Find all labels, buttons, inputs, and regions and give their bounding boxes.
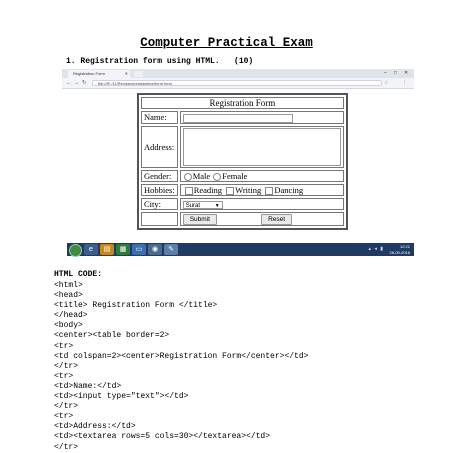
name-label: Name: bbox=[141, 111, 178, 124]
start-button[interactable] bbox=[69, 244, 82, 257]
chevron-down-icon: ▼ bbox=[214, 202, 220, 209]
paint-icon[interactable]: ✎ bbox=[164, 244, 178, 255]
maximize-icon[interactable]: □ bbox=[394, 69, 397, 77]
tab-close-icon[interactable]: ✕ bbox=[125, 70, 128, 78]
dancing-checkbox[interactable] bbox=[265, 186, 274, 195]
code-line: <html> bbox=[54, 281, 83, 290]
code-line: <center><table border=2> bbox=[54, 331, 170, 341]
male-label: Male bbox=[192, 170, 211, 181]
windows-taskbar: e ▤ ▦ ▭ ◉ ✎ ▴ ◂ ▮ 12:21 26-09-2016 bbox=[67, 243, 414, 257]
document-icon[interactable]: ▭ bbox=[132, 244, 146, 255]
back-arrow-icon[interactable]: ← bbox=[66, 79, 72, 87]
code-line: <body> bbox=[54, 321, 83, 331]
code-heading: HTML CODE: bbox=[54, 270, 103, 279]
reading-label: Reading bbox=[193, 184, 223, 195]
empty-cell bbox=[141, 211, 178, 226]
dancing-label: Dancing bbox=[274, 184, 304, 195]
reload-icon[interactable]: ↻ bbox=[82, 79, 87, 87]
hobbies-cell: Reading Writing Dancing bbox=[179, 183, 344, 196]
gender-cell: Male Female bbox=[179, 169, 344, 182]
code-line: <td><input type="text"></td> bbox=[54, 392, 189, 402]
forward-arrow-icon[interactable]: → bbox=[74, 79, 80, 87]
code-line: <title> Registration Form </title> bbox=[54, 301, 218, 311]
browser-tab[interactable]: Registration Form ✕ bbox=[68, 70, 130, 78]
code-line: <td colspan=2><center>Registration Form<… bbox=[54, 351, 309, 361]
address-bar: ← → ↻ file:///E:/11/Revision/registratio… bbox=[62, 78, 414, 89]
code-line: </tr> bbox=[54, 361, 79, 371]
code-line: </head> bbox=[54, 311, 88, 321]
reading-checkbox[interactable] bbox=[184, 186, 193, 195]
city-cell: Surat ▼ bbox=[179, 197, 344, 210]
minimize-icon[interactable]: – bbox=[384, 69, 387, 77]
address-textarea[interactable] bbox=[182, 127, 341, 166]
close-window-icon[interactable]: ✕ bbox=[404, 69, 408, 77]
code-line: <td>Address:</td> bbox=[54, 422, 136, 432]
code-line: </tr> bbox=[54, 402, 79, 412]
code-line: <tr> bbox=[54, 412, 74, 422]
code-line: <head> bbox=[54, 291, 83, 301]
browser-tab-bar: Registration Form ✕ – □ ✕ bbox=[62, 69, 414, 78]
ie-icon[interactable]: e bbox=[84, 244, 98, 255]
bookmark-star-icon[interactable]: ☆ bbox=[384, 79, 388, 87]
reset-button[interactable]: Reset bbox=[261, 213, 293, 225]
name-input[interactable] bbox=[182, 113, 293, 123]
tray-clock[interactable]: 12:21 26-09-2016 bbox=[390, 244, 410, 255]
tray-date: 26-09-2016 bbox=[389, 249, 410, 255]
url-input[interactable]: file:///E:/11/Revision/registration/form… bbox=[92, 79, 382, 86]
code-block: <html> <head> <title> Registration Form </… bbox=[54, 281, 308, 453]
submit-button[interactable]: Submit bbox=[182, 213, 217, 225]
writing-label: Writing bbox=[235, 184, 262, 195]
city-label: City: bbox=[141, 197, 178, 210]
code-line: <tr> bbox=[54, 371, 74, 381]
gender-label: Gender: bbox=[141, 169, 178, 182]
city-select[interactable]: Surat ▼ bbox=[182, 200, 223, 209]
document-title: Computer Practical Exam bbox=[140, 36, 313, 50]
address-label: Address: bbox=[141, 125, 178, 168]
city-selected-value: Surat bbox=[185, 202, 201, 209]
spreadsheet-icon[interactable]: ▦ bbox=[116, 244, 130, 255]
browser-screenshot: Registration Form ✕ – □ ✕ ← → ↻ file:///… bbox=[62, 69, 414, 261]
female-radio[interactable] bbox=[213, 172, 222, 181]
male-radio[interactable] bbox=[183, 172, 192, 181]
registration-form-table: Registration Form Name: Address: Gender:… bbox=[137, 93, 348, 230]
question-heading: 1. Registration form using HTML. (10) bbox=[66, 57, 254, 66]
tab-title: Registration Form bbox=[73, 71, 105, 76]
code-line: <tr> bbox=[54, 341, 74, 351]
new-tab-button[interactable] bbox=[134, 71, 143, 77]
buttons-cell: Submit Reset bbox=[179, 211, 344, 226]
code-line: </tr> bbox=[54, 442, 79, 452]
tray-icons[interactable]: ▴ ◂ ▮ bbox=[368, 246, 384, 252]
writing-checkbox[interactable] bbox=[226, 186, 235, 195]
menu-dots-icon[interactable]: ⋮ bbox=[402, 79, 407, 87]
female-label: Female bbox=[222, 170, 248, 181]
address-cell bbox=[179, 125, 344, 168]
hobbies-label: Hobbies: bbox=[141, 183, 178, 196]
name-cell bbox=[179, 111, 344, 124]
folder-icon[interactable]: ▤ bbox=[100, 244, 114, 255]
code-line: <td><textarea rows=5 cols=30></textarea>… bbox=[54, 432, 271, 442]
page-viewport: Registration Form Name: Address: Gender:… bbox=[62, 89, 414, 261]
form-title: Registration Form bbox=[141, 97, 344, 109]
code-line: <td>Name:</td> bbox=[54, 381, 122, 391]
chrome-icon[interactable]: ◉ bbox=[148, 244, 162, 255]
